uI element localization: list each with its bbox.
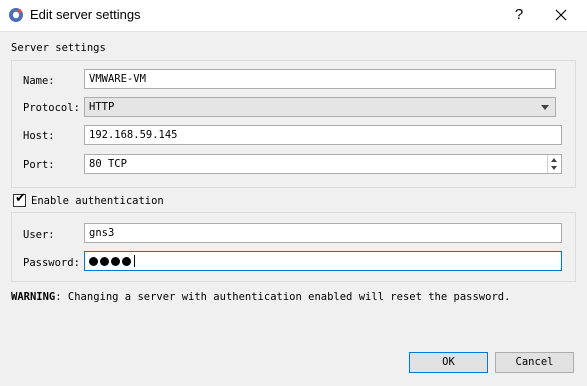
ok-button[interactable]: OK	[409, 352, 488, 373]
spin-down-icon[interactable]	[551, 166, 557, 170]
gns3-app-icon	[9, 8, 23, 22]
port-label: Port:	[23, 159, 55, 171]
password-mask	[89, 255, 133, 267]
port-value: 80 TCP	[89, 158, 127, 170]
chevron-down-icon	[541, 105, 549, 110]
name-label: Name:	[23, 75, 55, 87]
cancel-button[interactable]: Cancel	[495, 352, 574, 373]
warning-text: : Changing a server with authentication …	[55, 291, 511, 303]
enable-authentication-checkbox[interactable]: ✔	[13, 191, 26, 207]
password-label: Password:	[23, 257, 80, 269]
port-spin-buttons[interactable]	[547, 155, 561, 173]
protocol-select[interactable]: HTTP	[84, 97, 556, 117]
close-button[interactable]	[548, 4, 574, 26]
window-title: Edit server settings	[30, 7, 141, 22]
protocol-selected-value: HTTP	[89, 101, 115, 113]
help-button[interactable]: ?	[509, 4, 529, 26]
name-input[interactable]: VMWARE-VM	[84, 69, 556, 89]
host-label: Host:	[23, 130, 55, 142]
password-dot	[111, 256, 120, 266]
warning-prefix: WARNING	[11, 291, 56, 303]
protocol-label: Protocol:	[23, 102, 80, 114]
port-spinbox[interactable]: 80 TCP	[84, 154, 562, 174]
text-cursor	[134, 255, 135, 267]
server-settings-group-title: Server settings	[11, 42, 106, 54]
title-bar: Edit server settings ?	[0, 0, 587, 31]
warning-message: WARNING: Changing a server with authenti…	[11, 291, 510, 303]
close-icon	[555, 9, 567, 21]
password-dot	[89, 256, 98, 266]
password-input[interactable]	[84, 251, 562, 271]
enable-authentication-label[interactable]: Enable authentication	[31, 195, 164, 207]
checkmark-icon: ✔	[15, 191, 26, 206]
spin-up-icon[interactable]	[551, 158, 557, 162]
password-dot	[100, 256, 109, 266]
user-input[interactable]: gns3	[84, 223, 562, 243]
user-label: User:	[23, 229, 55, 241]
host-input[interactable]: 192.168.59.145	[84, 125, 562, 145]
password-dot	[122, 256, 131, 266]
